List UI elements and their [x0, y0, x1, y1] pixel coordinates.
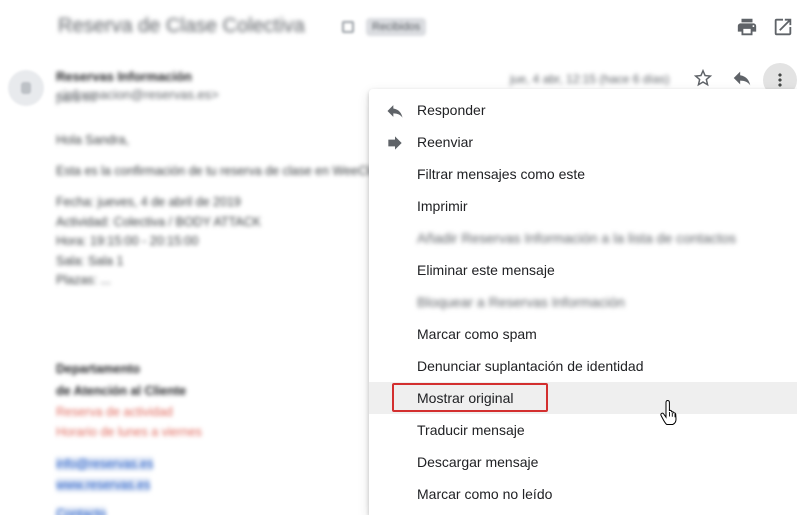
menu-item-delete[interactable]: Eliminar este mensaje [369, 254, 797, 286]
reply-icon[interactable] [731, 67, 753, 89]
more-options-menu: Responder Reenviar Filtrar mensajes como… [369, 89, 797, 515]
print-icon[interactable] [736, 16, 758, 38]
detail-line: Fecha: jueves, 4 de abril de 2019 [56, 195, 241, 209]
signature-line: de Atención al Cliente [56, 384, 187, 398]
menu-item-report-spam[interactable]: Marcar como spam [369, 318, 797, 350]
signature-link[interactable]: info@reservas.es [56, 457, 154, 471]
detail-line: Actividad: Colectiva / BODY ATTACK [56, 215, 261, 229]
menu-item-label: Reenviar [417, 134, 474, 150]
signature-link[interactable]: www.reservas.es [56, 478, 151, 492]
menu-item-download[interactable]: Descargar mensaje [369, 446, 797, 478]
menu-item-show-original[interactable]: Mostrar original [369, 382, 797, 414]
recipient-line[interactable]: para mí [56, 91, 97, 105]
menu-item-label: Denunciar suplantación de identidad [417, 358, 644, 374]
menu-item-reply[interactable]: Responder [369, 94, 797, 126]
detail-line: Hora: 19:15:00 - 20:15:00 [56, 234, 199, 248]
sender-name: Reservas Información [56, 69, 192, 84]
sender-avatar [8, 70, 44, 106]
intro-text: Esta es la confirmación de tu reserva de… [56, 164, 384, 178]
hand-cursor-icon [660, 399, 680, 426]
label-icon[interactable] [342, 21, 354, 33]
menu-item-label: Responder [417, 102, 486, 118]
menu-item-filter-similar[interactable]: Filtrar mensajes como este [369, 158, 797, 190]
menu-item-add-contact[interactable]: Añadir Reservas Información a la lista d… [369, 222, 797, 254]
menu-item-translate[interactable]: Traducir mensaje [369, 414, 797, 446]
detail-line: Sala: Sala 1 [56, 254, 124, 268]
greeting: Hola Sandra, [56, 133, 129, 147]
menu-item-label: Mostrar original [417, 390, 514, 406]
email-subject: Reserva de Clase Colectiva [58, 15, 305, 37]
menu-item-label: Bloquear a Reservas Información [417, 294, 625, 310]
menu-item-print[interactable]: Imprimir [369, 190, 797, 222]
menu-item-block-sender[interactable]: Bloquear a Reservas Información [369, 286, 797, 318]
signature-red-line: Horario de lunes a viernes [56, 425, 202, 439]
menu-item-mark-unread[interactable]: Marcar como no leído [369, 478, 797, 510]
menu-item-label: Marcar como spam [417, 326, 537, 342]
menu-item-label: Imprimir [417, 198, 468, 214]
menu-item-label: Traducir mensaje [417, 422, 525, 438]
signature-red-line: Reserva de actividad [56, 405, 173, 419]
menu-item-label: Añadir Reservas Información a la lista d… [417, 230, 737, 246]
detail-line: Plazas: ... [56, 273, 111, 287]
menu-item-label: Descargar mensaje [417, 454, 539, 470]
menu-item-label: Eliminar este mensaje [417, 262, 555, 278]
menu-item-report-phishing[interactable]: Denunciar suplantación de identidad [369, 350, 797, 382]
forward-icon [385, 132, 405, 152]
reply-icon [385, 100, 405, 120]
email-date: jue, 4 abr, 12:15 (hace 6 días) [510, 72, 670, 86]
menu-item-forward[interactable]: Reenviar [369, 126, 797, 158]
menu-item-label: Filtrar mensajes como este [417, 166, 586, 182]
more-vert-icon [778, 73, 782, 87]
signature-line: Departamento [56, 362, 141, 376]
signature-link[interactable]: Contacto [56, 507, 107, 515]
star-icon[interactable] [692, 67, 714, 89]
menu-item-label: Marcar como no leído [417, 486, 553, 502]
sender-info: Reservas Información <informacion@reserv… [56, 68, 356, 104]
inbox-label-chip[interactable]: Recibidos [366, 18, 427, 36]
open-in-new-icon[interactable] [772, 16, 794, 38]
